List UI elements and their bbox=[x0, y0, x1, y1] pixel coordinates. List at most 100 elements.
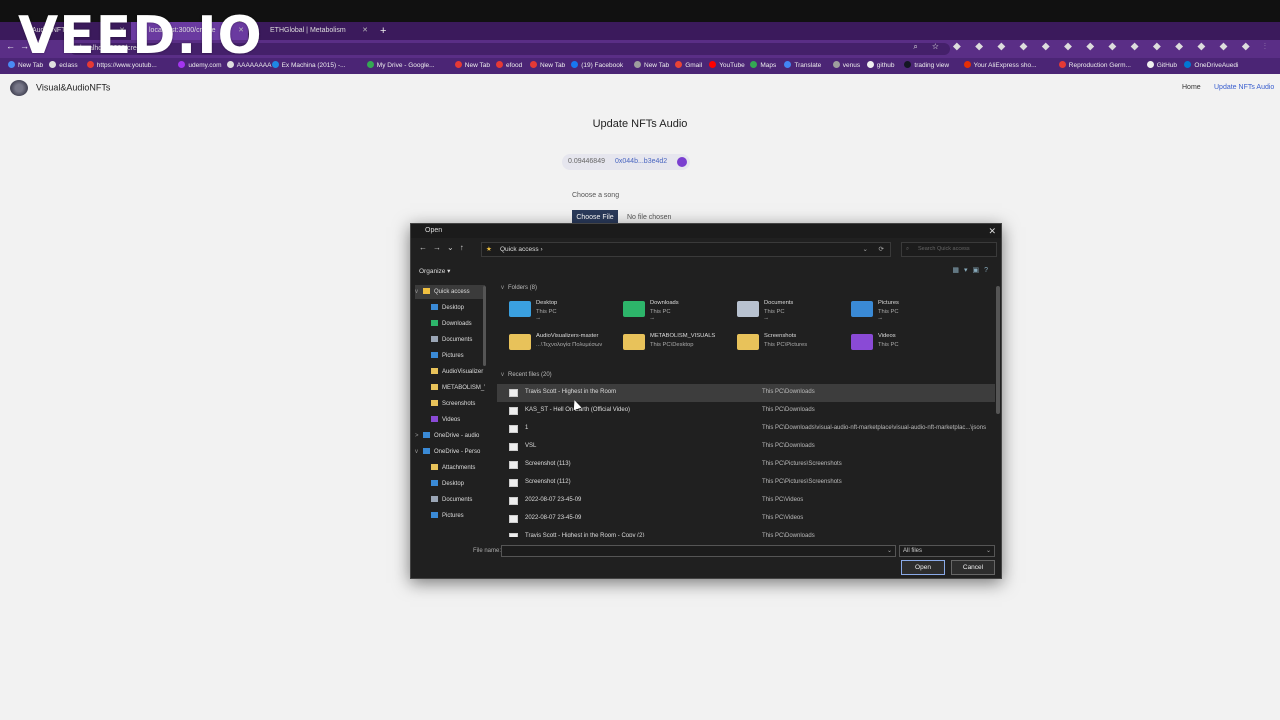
folder-icon bbox=[431, 320, 438, 326]
sidebar-item[interactable]: Documents bbox=[415, 493, 485, 507]
file-type-select[interactable]: All files ⌄ bbox=[899, 545, 995, 557]
bookmark-label: New Tab bbox=[644, 62, 670, 69]
bookmark-label: My Drive - Google... bbox=[376, 62, 435, 69]
sidebar-item[interactable]: AudioVisualizer bbox=[415, 365, 485, 379]
brand-name: Visual&AudioNFTs bbox=[36, 82, 111, 93]
folder-tile[interactable]: Desktop This PC ⊸ bbox=[509, 298, 619, 324]
dialog-search-input[interactable]: ⌕ Search Quick access bbox=[901, 242, 997, 257]
pin-icon: ⊸ bbox=[878, 316, 883, 322]
sidebar-item-label: Desktop bbox=[442, 305, 465, 311]
sidebar-item[interactable]: Downloads bbox=[415, 317, 485, 331]
recent-file-row[interactable]: VSL This PC\Downloads bbox=[497, 438, 995, 456]
sidebar-item-label: OneDrive - Perso bbox=[434, 449, 481, 455]
folder-tile[interactable]: Pictures This PC ⊸ bbox=[851, 298, 961, 324]
folder-name: Pictures bbox=[878, 300, 899, 306]
bookmark-item[interactable]: New Tab bbox=[634, 58, 669, 74]
bookmark-item[interactable]: github bbox=[866, 58, 895, 74]
wallet-badge[interactable]: 0.09446849 0x044b...b3e4d2 bbox=[562, 154, 690, 170]
folder-icon bbox=[431, 480, 438, 486]
bookmark-item[interactable]: (19) Facebook bbox=[571, 58, 623, 74]
extension-icons[interactable]: ⌕ ☆ ◆ ◆ ◆ ◆ ◆ ◆ ◆ ◆ ◆ ◆ ◆ ◆ ◆ ◆ ⋮ bbox=[913, 42, 1272, 52]
recent-file-row[interactable]: Screenshot (112) This PC\Pictures\Screens… bbox=[497, 474, 995, 492]
sidebar-item-label: Desktop bbox=[442, 481, 465, 487]
recent-file-row[interactable]: 2022-08-07 23-45-09 This PC\Videos bbox=[497, 510, 995, 528]
folder-tile[interactable]: Documents This PC ⊸ bbox=[737, 298, 847, 324]
site-brand[interactable]: Visual&AudioNFTs bbox=[10, 80, 110, 96]
sidebar-item[interactable]: v OneDrive - Perso bbox=[415, 445, 485, 459]
bookmark-item[interactable]: OneDriveAuedi bbox=[1184, 58, 1238, 74]
chevron-down-icon[interactable]: v bbox=[415, 285, 418, 299]
filename-input[interactable]: ⌄ bbox=[501, 545, 896, 557]
refresh-icon[interactable]: ⟳ bbox=[879, 243, 884, 256]
file-icon bbox=[509, 389, 518, 397]
recent-header[interactable]: v Recent files (20) bbox=[501, 372, 552, 378]
bookmark-item[interactable]: New Tab bbox=[454, 58, 490, 74]
view-options-icons[interactable]: ▦▾▣? bbox=[952, 266, 993, 274]
sidebar-item[interactable]: Desktop bbox=[415, 301, 485, 315]
folder-name: METABOLISM_VISUALS bbox=[650, 333, 716, 339]
content-scrollbar[interactable] bbox=[996, 286, 1000, 414]
nav-update-link[interactable]: Update NFTs Audio bbox=[1214, 84, 1274, 91]
sidebar-item[interactable]: Screenshots bbox=[415, 397, 485, 411]
bookmark-label: Gmail bbox=[685, 62, 703, 69]
new-tab-button[interactable]: + bbox=[380, 22, 386, 40]
folders-header-label: Folders (8) bbox=[508, 285, 538, 291]
chevron-down-icon[interactable]: ⌄ bbox=[887, 546, 892, 556]
dialog-nav-buttons[interactable]: ←→⌄↑ bbox=[419, 243, 470, 252]
recent-file-path: This PC\Downloads\visual-audio-nft-marke… bbox=[762, 425, 987, 431]
browser-tab[interactable]: ETHGlobal | Metabolism ✕ bbox=[252, 22, 372, 40]
recent-file-row[interactable]: Travis Scott - Highest in the Room - Cop… bbox=[497, 528, 995, 537]
folder-tile[interactable]: Videos This PC bbox=[851, 331, 961, 357]
sidebar-item[interactable]: Documents bbox=[415, 333, 485, 347]
sidebar-item[interactable]: Desktop bbox=[415, 477, 485, 491]
bookmark-icon bbox=[1184, 61, 1192, 68]
bookmark-item[interactable]: New Tab bbox=[530, 58, 565, 74]
sidebar-scrollbar[interactable] bbox=[483, 286, 486, 366]
recent-file-row[interactable]: Screenshot (113) This PC\Pictures\Screens… bbox=[497, 456, 995, 474]
folder-tile[interactable]: Downloads This PC ⊸ bbox=[623, 298, 733, 324]
bookmark-item[interactable]: efood bbox=[496, 58, 522, 74]
sidebar-item[interactable]: Pictures bbox=[415, 509, 485, 523]
folder-tile[interactable]: METABOLISM_VISUALS This PC\Desktop bbox=[623, 331, 733, 357]
folder-tile[interactable]: AudioVisualizers-master ...\Τεχνολογία Πο… bbox=[509, 331, 619, 357]
bookmark-item[interactable]: Your AliExpress sho... bbox=[963, 58, 1037, 74]
recent-file-path: This PC\Downloads bbox=[762, 407, 815, 413]
folder-tile[interactable]: Screenshots This PC\Pictures bbox=[737, 331, 847, 357]
bookmark-item[interactable]: Reproduction Germ... bbox=[1058, 58, 1131, 74]
bookmark-icon bbox=[530, 61, 537, 68]
chevron-right-icon[interactable]: > bbox=[415, 429, 419, 443]
open-button[interactable]: Open bbox=[901, 560, 945, 575]
folders-header[interactable]: v Folders (8) bbox=[501, 285, 537, 291]
sidebar-item[interactable]: v Quick access bbox=[415, 285, 485, 299]
bookmark-icon bbox=[675, 61, 683, 68]
recent-file-row[interactable]: Travis Scott - Highest in the Room This P… bbox=[497, 384, 995, 402]
bookmark-item[interactable]: Ex Machina (2015) -... bbox=[271, 58, 346, 74]
recent-file-row[interactable]: 2022-08-07 23-45-09 This PC\Videos bbox=[497, 492, 995, 510]
bookmark-item[interactable]: Translate bbox=[784, 58, 821, 74]
bookmark-item[interactable]: My Drive - Google... bbox=[366, 58, 435, 74]
close-icon[interactable]: ✕ bbox=[988, 224, 996, 238]
chevron-down-icon[interactable]: ⌄ bbox=[863, 243, 868, 256]
bookmark-item[interactable]: Maps bbox=[750, 58, 776, 74]
sidebar-item[interactable]: > OneDrive - audio bbox=[415, 429, 485, 443]
chevron-down-icon[interactable]: v bbox=[415, 445, 418, 459]
nav-home-link[interactable]: Home bbox=[1182, 84, 1201, 91]
bookmark-item[interactable]: YouTube bbox=[709, 58, 745, 74]
dialog-search-placeholder: Search Quick access bbox=[918, 246, 970, 252]
sidebar-item[interactable]: Videos bbox=[415, 413, 485, 427]
file-icon bbox=[509, 407, 518, 415]
bookmark-icon bbox=[454, 61, 462, 68]
organize-button[interactable]: Organize ▾ bbox=[419, 267, 450, 275]
bookmark-item[interactable]: Gmail bbox=[675, 58, 702, 74]
bookmark-item[interactable]: trading view bbox=[904, 58, 949, 74]
sidebar-item[interactable]: METABOLISM_V bbox=[415, 381, 485, 395]
sidebar-item[interactable]: Pictures bbox=[415, 349, 485, 363]
bookmark-item[interactable]: GitHub bbox=[1146, 58, 1177, 74]
folder-name: Desktop bbox=[536, 300, 558, 306]
bookmark-item[interactable]: venus bbox=[832, 58, 860, 74]
recent-file-row[interactable]: 1 This PC\Downloads\visual-audio-nft-mark… bbox=[497, 420, 995, 438]
cancel-button[interactable]: Cancel bbox=[951, 560, 995, 575]
close-icon[interactable]: ✕ bbox=[362, 22, 368, 40]
dialog-path-bar[interactable]: ★ Quick access › ⌄ ⟳ bbox=[481, 242, 891, 257]
sidebar-item[interactable]: Attachments bbox=[415, 461, 485, 475]
